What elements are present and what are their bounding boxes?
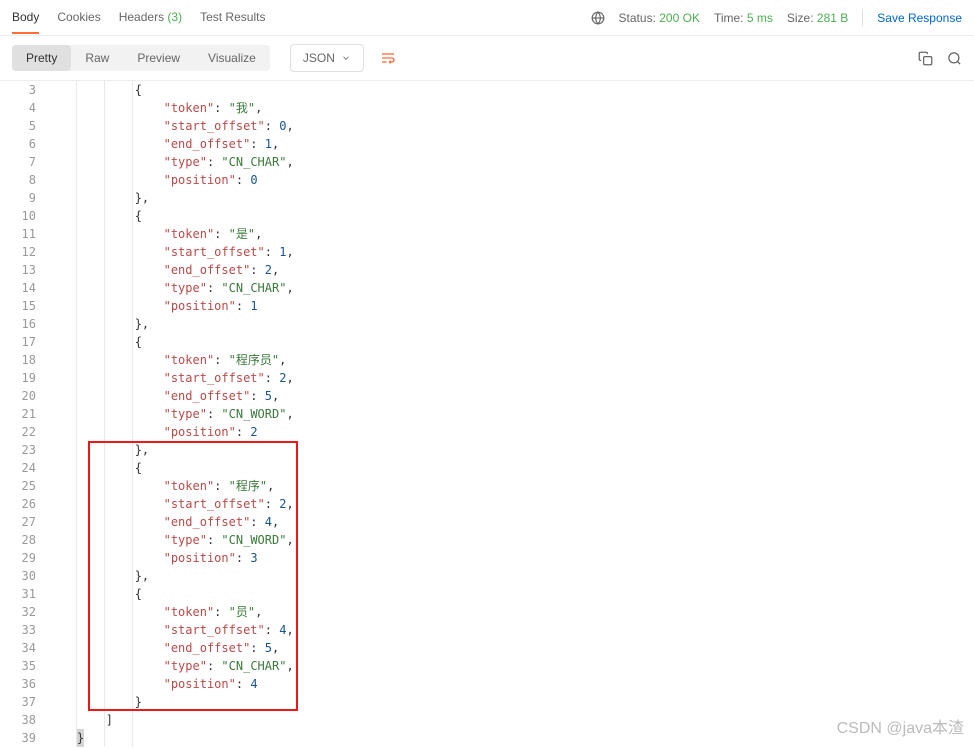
copy-button[interactable]: [918, 51, 933, 66]
code-line: {: [48, 333, 974, 351]
wrap-lines-button[interactable]: [372, 44, 404, 72]
code-line: },: [48, 189, 974, 207]
code-line: "type": "CN_WORD",: [48, 405, 974, 423]
headers-count: (3): [167, 10, 182, 24]
code-line: "start_offset": 4,: [48, 621, 974, 639]
status-text: Status: 200 OK: [619, 11, 700, 25]
code-line: "type": "CN_CHAR",: [48, 279, 974, 297]
response-tabs: Body Cookies Headers (3) Test Results: [12, 2, 265, 33]
toolbar-right: [918, 51, 962, 66]
format-dropdown[interactable]: JSON: [290, 44, 364, 72]
code-line: "token": "我",: [48, 99, 974, 117]
code-line: "type": "CN_WORD",: [48, 531, 974, 549]
code-line: "position": 0: [48, 171, 974, 189]
view-tab-preview[interactable]: Preview: [123, 45, 194, 71]
code-line: "end_offset": 4,: [48, 513, 974, 531]
code-line: "type": "CN_CHAR",: [48, 657, 974, 675]
code-line: "position": 1: [48, 297, 974, 315]
tab-headers[interactable]: Headers (3): [119, 2, 182, 33]
search-button[interactable]: [947, 51, 962, 66]
size-text: Size: 281 B: [787, 11, 848, 25]
code-line: {: [48, 585, 974, 603]
divider: [862, 10, 863, 26]
code-line: "type": "CN_CHAR",: [48, 153, 974, 171]
response-tabs-bar: Body Cookies Headers (3) Test Results St…: [0, 0, 974, 36]
code-line: "position": 4: [48, 675, 974, 693]
code-line: {: [48, 459, 974, 477]
code-line: },: [48, 315, 974, 333]
code-line: "token": "程序",: [48, 477, 974, 495]
code-line: "token": "员",: [48, 603, 974, 621]
save-response-button[interactable]: Save Response: [877, 11, 962, 25]
globe-icon[interactable]: [591, 11, 605, 25]
status-bar: Status: 200 OK Time: 5 ms Size: 281 B Sa…: [591, 10, 962, 26]
view-toolbar: Pretty Raw Preview Visualize JSON: [0, 36, 974, 81]
code-line: "end_offset": 5,: [48, 387, 974, 405]
code-line: ]: [48, 711, 974, 729]
code-line: "position": 3: [48, 549, 974, 567]
code-line: "start_offset": 2,: [48, 495, 974, 513]
code-line: "end_offset": 2,: [48, 261, 974, 279]
code-line: "start_offset": 2,: [48, 369, 974, 387]
view-tab-visualize[interactable]: Visualize: [194, 45, 270, 71]
code-line: }: [48, 729, 974, 747]
format-label: JSON: [303, 51, 335, 65]
code-line: "end_offset": 1,: [48, 135, 974, 153]
tab-cookies[interactable]: Cookies: [57, 2, 100, 33]
code-line: "start_offset": 0,: [48, 117, 974, 135]
code-line: "position": 2: [48, 423, 974, 441]
code-content: { "token": "我", "start_offset": 0, "end_…: [48, 81, 974, 747]
code-line: "end_offset": 5,: [48, 639, 974, 657]
line-numbers: 3456789101112131415161718192021222324252…: [0, 81, 48, 747]
code-line: },: [48, 441, 974, 459]
view-tab-pretty[interactable]: Pretty: [12, 45, 71, 71]
time-text: Time: 5 ms: [714, 11, 773, 25]
code-line: {: [48, 207, 974, 225]
code-line: }: [48, 693, 974, 711]
watermark: CSDN @java本渣: [837, 714, 964, 738]
code-line: "start_offset": 1,: [48, 243, 974, 261]
view-tab-raw[interactable]: Raw: [71, 45, 123, 71]
code-line: {: [48, 81, 974, 99]
code-line: "token": "程序员",: [48, 351, 974, 369]
tab-test-results[interactable]: Test Results: [200, 2, 265, 33]
code-line: },: [48, 567, 974, 585]
tab-body[interactable]: Body: [12, 2, 39, 34]
chevron-down-icon: [341, 53, 351, 63]
wrap-icon: [380, 50, 396, 66]
view-mode-tabs: Pretty Raw Preview Visualize: [12, 45, 270, 71]
code-line: "token": "是",: [48, 225, 974, 243]
code-editor[interactable]: 3456789101112131415161718192021222324252…: [0, 81, 974, 747]
